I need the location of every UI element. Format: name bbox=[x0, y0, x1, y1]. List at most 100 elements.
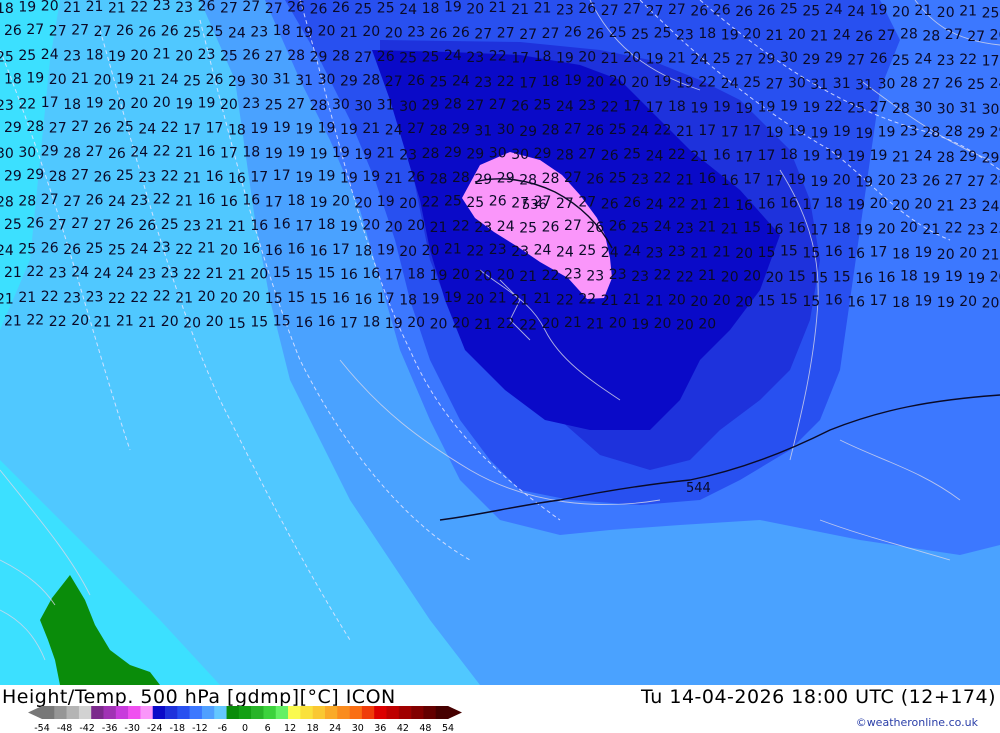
isotherm-label: 25 bbox=[399, 51, 417, 67]
weather-map-view: 18 19 20 21 21 21 22 23 23 26 27 27 27 26 26 26 25 25 24 18… bbox=[0, 0, 1000, 733]
isotherm-label: 20 bbox=[900, 220, 918, 236]
isotherm-label: 21 bbox=[228, 219, 246, 235]
isotherm-label: 19 bbox=[354, 147, 372, 163]
isotherm-label: 29 bbox=[758, 51, 776, 67]
isotherm-label: 19 bbox=[802, 149, 820, 165]
isotherm-label: 26 bbox=[4, 23, 22, 39]
isotherm-label: 23 bbox=[198, 47, 216, 63]
isotherm-label: 26 bbox=[86, 193, 104, 209]
isotherm-label: 19 bbox=[810, 126, 828, 142]
isotherm-label: 29 bbox=[519, 124, 537, 140]
isotherm-label: 21 bbox=[0, 291, 14, 307]
isotherm-label: 26 bbox=[116, 217, 134, 233]
scale-tick-label: 36 bbox=[374, 723, 386, 733]
site-credit[interactable]: ©weatheronline.co.uk bbox=[856, 716, 978, 729]
isotherm-label: 25 bbox=[265, 98, 283, 114]
scale-swatch bbox=[128, 706, 141, 719]
isotherm-label: 22 bbox=[161, 169, 179, 185]
isotherm-label: 23 bbox=[578, 98, 596, 114]
isotherm-label: 19 bbox=[430, 268, 448, 284]
isotherm-label: 18 bbox=[4, 72, 22, 88]
isotherm-label: 25 bbox=[534, 97, 552, 113]
isotherm-label: 19 bbox=[198, 95, 216, 111]
isotherm-label: 21 bbox=[698, 268, 716, 284]
isotherm-label: 20 bbox=[407, 218, 425, 234]
isotherm-label: 28 bbox=[422, 146, 440, 162]
isotherm-label: 29 bbox=[41, 144, 59, 160]
isotherm-label: 19 bbox=[735, 101, 753, 117]
isotherm-label: 28 bbox=[900, 75, 918, 91]
isotherm-label: 19 bbox=[318, 169, 336, 185]
isotherm-label: 16 bbox=[220, 194, 238, 210]
isotherm-label: 31 bbox=[295, 73, 313, 89]
isotherm-label: 31 bbox=[273, 71, 291, 87]
isotherm-label: 24 bbox=[556, 244, 574, 260]
isotherm-label: 16 bbox=[242, 193, 260, 209]
isotherm-label: 21 bbox=[198, 241, 216, 257]
isotherm-label: 19 bbox=[287, 145, 305, 161]
isotherm-label: 25 bbox=[578, 243, 596, 259]
isotherm-label: 18 bbox=[698, 26, 716, 42]
isotherm-label: 23 bbox=[130, 193, 148, 209]
isotherm-label: 23 bbox=[646, 245, 664, 261]
isotherm-label: 21 bbox=[564, 315, 582, 331]
isotherm-label: 20 bbox=[206, 314, 224, 330]
isotherm-label: 23 bbox=[668, 244, 686, 260]
isotherm-label: 18 bbox=[900, 269, 918, 285]
isotherm-label: 20 bbox=[318, 24, 336, 40]
isotherm-label: 24 bbox=[497, 219, 515, 235]
isotherm-label: 29 bbox=[228, 74, 246, 90]
scale-tick-label: 42 bbox=[397, 723, 409, 733]
isotherm-label: 15 bbox=[250, 315, 268, 331]
scale-arrow-left bbox=[28, 706, 42, 719]
isotherm-label: 27 bbox=[489, 97, 507, 113]
scale-swatch bbox=[435, 706, 449, 719]
isotherm-label: 17 bbox=[982, 54, 1000, 70]
isotherm-label: 21 bbox=[94, 315, 112, 331]
scale-tick-label: 0 bbox=[242, 723, 248, 733]
isotherm-label: 20 bbox=[735, 295, 753, 311]
isotherm-label: 28 bbox=[990, 173, 1000, 189]
isotherm-label: 21 bbox=[713, 245, 731, 261]
isotherm-label: 24 bbox=[534, 243, 552, 259]
isotherm-label: 21 bbox=[698, 220, 716, 236]
isotherm-label: 20 bbox=[198, 289, 216, 305]
isotherm-label: 23 bbox=[86, 289, 104, 305]
scale-swatch bbox=[238, 706, 252, 719]
isotherm-label: 20 bbox=[130, 96, 148, 112]
isotherm-label: 24 bbox=[631, 124, 649, 140]
isotherm-label: 20 bbox=[49, 72, 67, 88]
isotherm-label: 24 bbox=[646, 149, 664, 165]
isotherm-label: 24 bbox=[138, 121, 156, 137]
isotherm-label: 19 bbox=[556, 51, 574, 67]
isotherm-label: 17 bbox=[377, 291, 395, 307]
isotherm-label: 24 bbox=[116, 265, 134, 281]
isotherm-label: 20 bbox=[892, 198, 910, 214]
isotherm-label: 29 bbox=[967, 126, 985, 142]
isotherm-label: 27 bbox=[220, 0, 238, 16]
isotherm-label: 21 bbox=[206, 217, 224, 233]
isotherm-label: 26 bbox=[601, 196, 619, 212]
isotherm-label: 24 bbox=[556, 99, 574, 115]
isotherm-label: 23 bbox=[631, 172, 649, 188]
isotherm-label: 26 bbox=[511, 99, 529, 115]
isotherm-label: 19 bbox=[847, 149, 865, 165]
isotherm-label: 26 bbox=[542, 219, 560, 235]
isotherm-label: 18 bbox=[422, 1, 440, 17]
isotherm-label: 21 bbox=[721, 221, 739, 237]
isotherm-label: 22 bbox=[108, 291, 126, 307]
isotherm-label: 20 bbox=[721, 270, 739, 286]
isotherm-label: 25 bbox=[0, 49, 14, 65]
isotherm-label: 26 bbox=[94, 121, 112, 137]
isotherm-label: 28 bbox=[922, 125, 940, 141]
scale-tick-label: 54 bbox=[442, 723, 454, 733]
isotherm-label: 20 bbox=[959, 246, 977, 262]
isotherm-label: 28 bbox=[519, 172, 537, 188]
isotherm-label: 27 bbox=[564, 121, 582, 137]
isotherm-label: 21 bbox=[534, 1, 552, 17]
isotherm-label: 21 bbox=[4, 314, 22, 330]
isotherm-label: 16 bbox=[855, 271, 873, 287]
isotherm-label: 25 bbox=[802, 3, 820, 19]
isotherm-label: 20 bbox=[466, 1, 484, 17]
scale-swatch bbox=[226, 706, 240, 719]
